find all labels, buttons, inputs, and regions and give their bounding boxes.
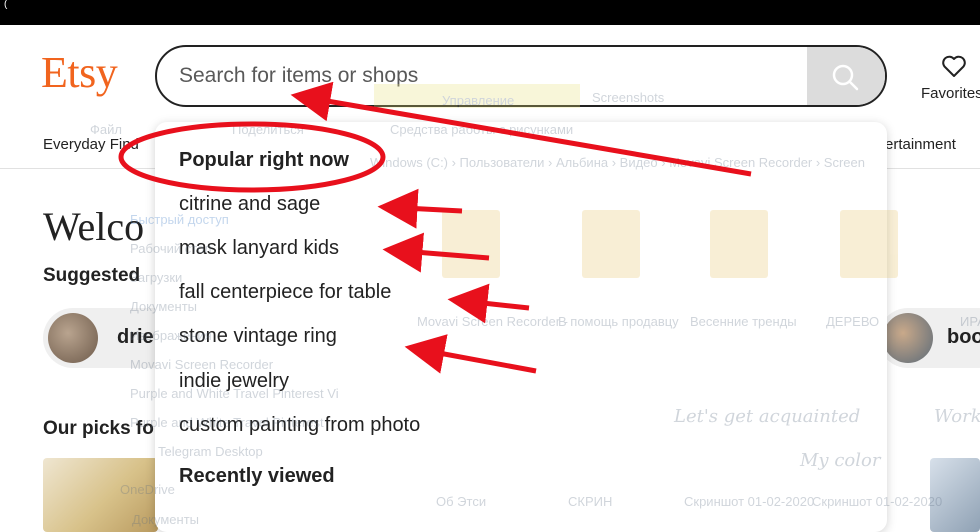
recently-viewed-heading: Recently viewed — [179, 465, 335, 487]
search-suggestions-dropdown: Popular right now citrine and sage mask … — [155, 122, 887, 532]
suggestion-label: drie — [117, 326, 154, 348]
favorites-button[interactable]: Favorites — [921, 52, 980, 112]
etsy-logo[interactable]: Etsy — [41, 47, 118, 99]
suggestion-item[interactable]: indie jewelry — [179, 370, 289, 393]
suggestion-item[interactable]: citrine and sage — [179, 193, 320, 216]
suggestion-item[interactable]: custom painting from photo — [179, 414, 420, 437]
product-thumbnail[interactable] — [43, 458, 158, 532]
suggestion-item[interactable]: mask lanyard kids — [179, 237, 339, 260]
window-top-bar: ( — [0, 0, 980, 25]
search-icon — [832, 64, 859, 91]
suggested-heading: Suggested — [43, 265, 141, 286]
suggestion-thumbnail — [48, 313, 98, 363]
welcome-heading: Welco — [43, 204, 145, 249]
product-thumbnail[interactable] — [930, 458, 980, 532]
nav-link-entertainment[interactable]: ertainment — [885, 136, 956, 153]
our-picks-heading: Our picks fo — [43, 418, 154, 439]
search-input[interactable] — [179, 47, 799, 105]
ghost-text: Work and p — [934, 406, 980, 427]
favorites-label: Favorites — [921, 85, 980, 102]
suggestion-item[interactable]: stone vintage ring — [179, 325, 337, 348]
heart-icon — [942, 55, 966, 77]
popular-right-now-heading: Popular right now — [179, 149, 349, 171]
search-bar[interactable] — [155, 45, 887, 107]
suggestion-thumbnail-right — [883, 313, 933, 363]
suggestion-item[interactable]: fall centerpiece for table — [179, 281, 391, 304]
suggested-search-pill-right[interactable]: boo — [878, 308, 980, 368]
nav-link-everyday-finds[interactable]: Everyday Find — [43, 136, 139, 153]
window-edge-glyph: ( — [4, 0, 8, 10]
suggestion-label-right: boo — [947, 326, 980, 348]
search-button[interactable] — [807, 47, 885, 105]
